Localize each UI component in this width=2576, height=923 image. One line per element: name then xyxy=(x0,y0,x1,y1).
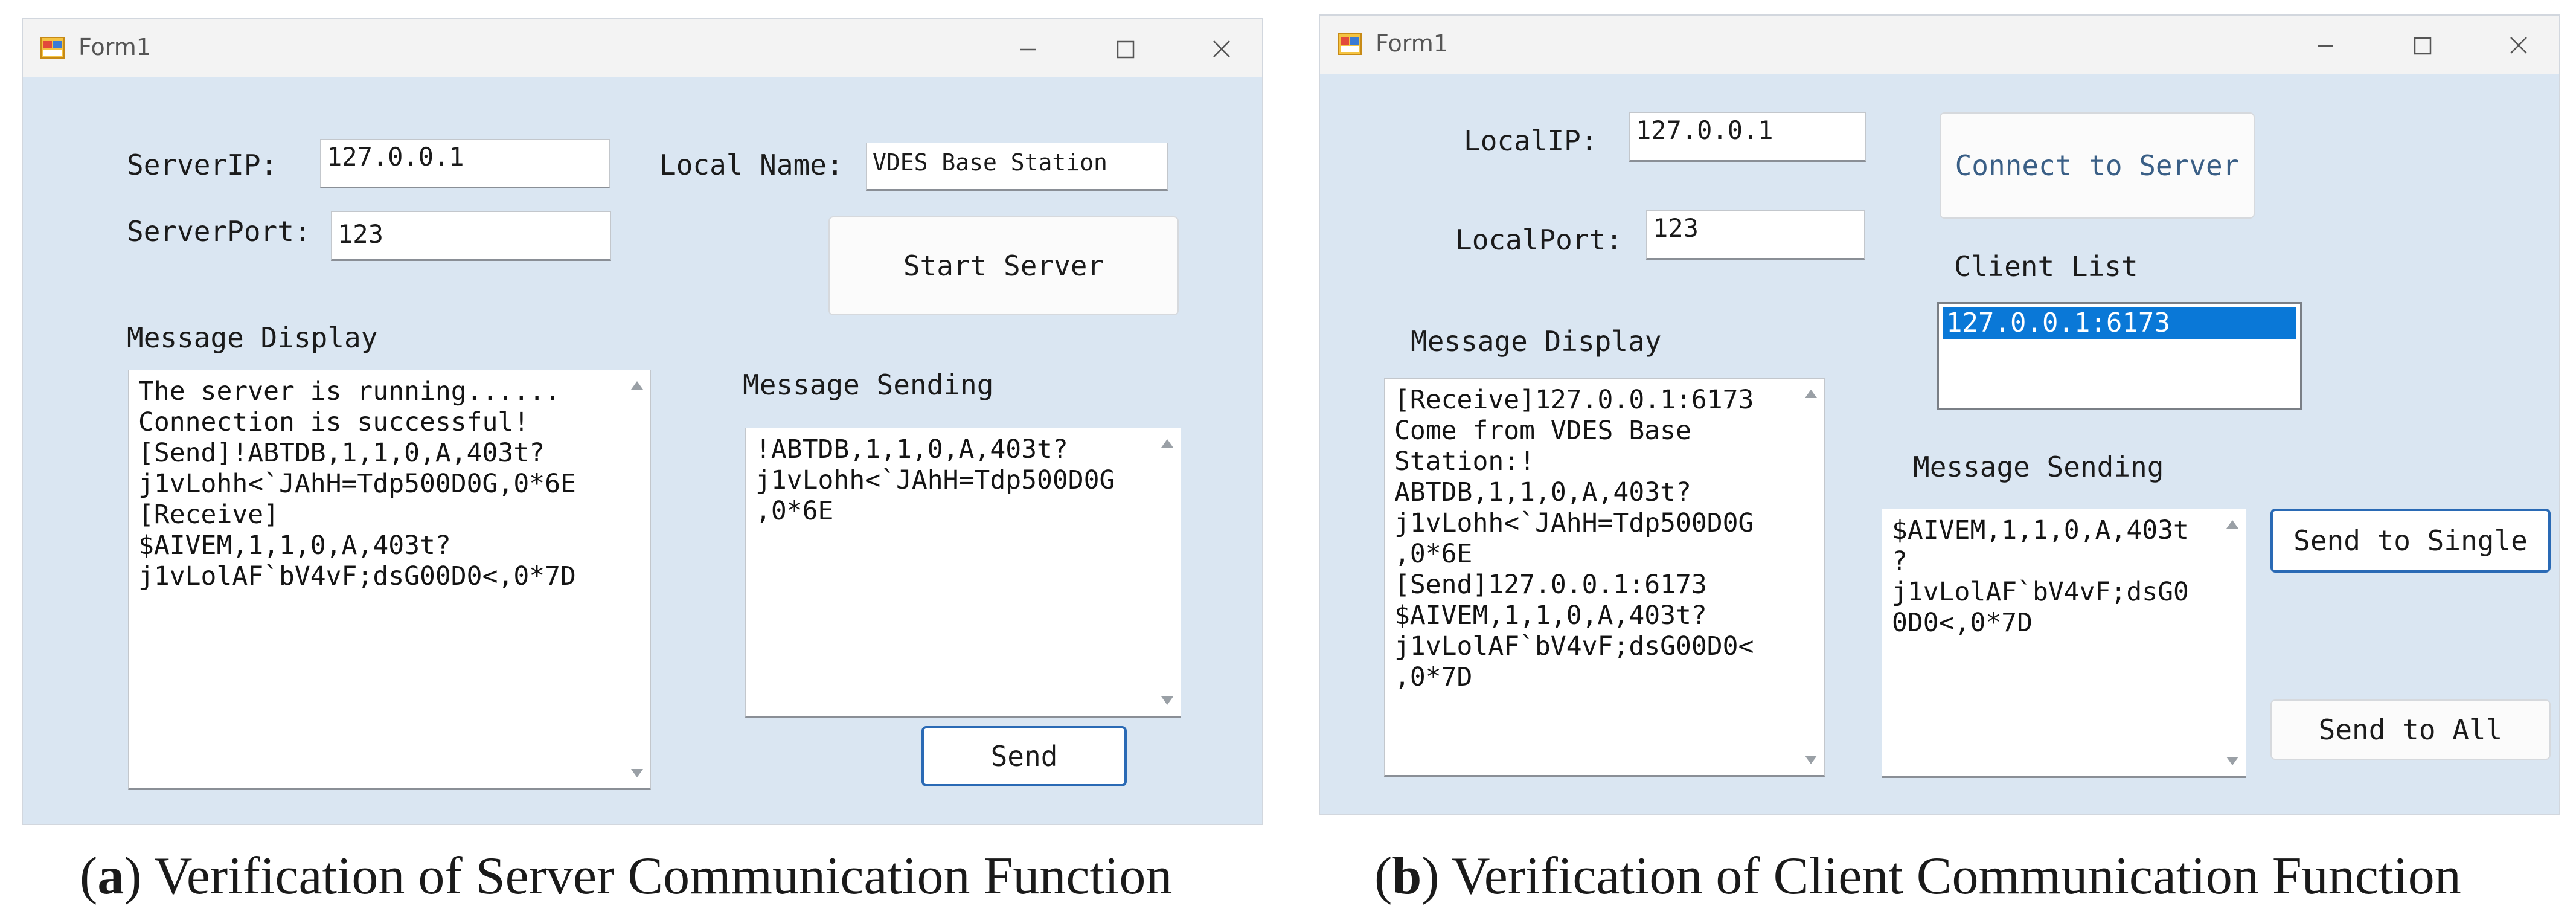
text-line: ,0*6E xyxy=(1394,539,1473,569)
server-port-field[interactable]: 123 xyxy=(331,211,611,261)
message-sending-box[interactable]: $AIVEM,1,1,0,A,403t ? j1vLolAF`bV4vF;dsG… xyxy=(1882,509,2246,778)
scrollbar[interactable] xyxy=(624,370,650,788)
scroll-up-icon[interactable] xyxy=(1805,390,1817,398)
client-list-label: Client List xyxy=(1954,250,2138,283)
text-line: [Send]!ABTDB,1,1,0,A,403t? xyxy=(138,438,545,468)
window-title: Form1 xyxy=(1376,30,1448,57)
minimize-icon[interactable] xyxy=(1007,33,1049,66)
minimize-icon[interactable] xyxy=(2304,29,2347,63)
scrollbar[interactable] xyxy=(2219,509,2246,776)
text-line: j1vLolAF`bV4vF;dsG00D0<,0*7D xyxy=(138,561,576,591)
scroll-up-icon[interactable] xyxy=(2226,520,2238,529)
close-icon[interactable] xyxy=(2498,29,2540,63)
start-server-button[interactable]: Start Server xyxy=(828,216,1179,315)
scroll-down-icon[interactable] xyxy=(1805,756,1817,764)
window-title: Form1 xyxy=(78,34,151,60)
scrollbar[interactable] xyxy=(1154,428,1181,716)
text-line: j1vLohh<`JAhH=Tdp500D0G xyxy=(1394,508,1754,538)
app-icon xyxy=(40,37,65,59)
message-sending-text: !ABTDB,1,1,0,A,403t? j1vLohh<`JAhH=Tdp50… xyxy=(755,434,1115,527)
scroll-up-icon[interactable] xyxy=(1161,439,1173,448)
text-line: j1vLohh<`JAhH=Tdp500D0G,0*6E xyxy=(138,469,576,499)
local-ip-field[interactable]: 127.0.0.1 xyxy=(1629,112,1866,162)
text-line: Come from VDES Base xyxy=(1394,416,1691,446)
text-line: Connection is successful! xyxy=(138,407,530,437)
app-icon xyxy=(1338,33,1362,55)
local-port-label: LocalPort: xyxy=(1455,224,1623,256)
text-line: The server is running...... xyxy=(138,376,560,407)
close-icon[interactable] xyxy=(1200,33,1243,66)
text-line: ABTDB,1,1,0,A,403t? xyxy=(1394,477,1691,507)
message-display-box[interactable]: [Receive]127.0.0.1:6173 Come from VDES B… xyxy=(1384,378,1825,777)
message-display-text: The server is running...... Connection i… xyxy=(138,376,576,592)
message-sending-label: Message Sending xyxy=(743,368,994,401)
caption-b-letter: b xyxy=(1392,847,1422,905)
message-sending-text: $AIVEM,1,1,0,A,403t ? j1vLolAF`bV4vF;dsG… xyxy=(1892,515,2189,638)
local-name-label: Local Name: xyxy=(659,149,844,181)
text-line: [Receive] xyxy=(138,500,279,530)
message-display-label: Message Display xyxy=(127,321,378,354)
text-line: ? xyxy=(1892,546,1908,576)
client-list-item[interactable]: 127.0.0.1:6173 xyxy=(1943,307,2296,339)
message-display-text: [Receive]127.0.0.1:6173 Come from VDES B… xyxy=(1394,385,1754,693)
maximize-icon[interactable] xyxy=(2401,29,2443,63)
server-titlebar[interactable]: Form1 xyxy=(23,19,1262,77)
message-display-box[interactable]: The server is running...... Connection i… xyxy=(128,370,651,790)
message-display-label: Message Display xyxy=(1411,325,1662,358)
connect-to-server-button[interactable]: Connect to Server xyxy=(1940,112,2255,219)
text-line: $AIVEM,1,1,0,A,403t? xyxy=(1394,600,1707,631)
caption-b-text: Verification of Client Communication Fun… xyxy=(1451,847,2461,905)
text-line: Station:! xyxy=(1394,446,1535,477)
text-line: [Send]127.0.0.1:6173 xyxy=(1394,570,1707,600)
scrollbar[interactable] xyxy=(1798,379,1824,775)
scroll-down-icon[interactable] xyxy=(1161,696,1173,705)
client-titlebar[interactable]: Form1 xyxy=(1320,16,2559,74)
text-line: $AIVEM,1,1,0,A,403t? xyxy=(138,530,451,561)
caption-a-text: Verification of Server Communication Fun… xyxy=(154,847,1173,905)
text-line: 0D0<,0*7D xyxy=(1892,608,2033,638)
text-line: ,0*6E xyxy=(755,496,834,526)
text-line: j1vLolAF`bV4vF;dsG00D0< xyxy=(1394,631,1754,661)
local-port-field[interactable]: 123 xyxy=(1646,210,1865,260)
scroll-down-icon[interactable] xyxy=(631,769,643,777)
local-name-field[interactable]: VDES Base Station xyxy=(866,143,1168,191)
message-sending-box[interactable]: !ABTDB,1,1,0,A,403t? j1vLohh<`JAhH=Tdp50… xyxy=(745,428,1181,718)
server-window: Form1 ServerIP: 127.0.0.1 Local Name: VD… xyxy=(22,18,1263,825)
send-to-all-button[interactable]: Send to All xyxy=(2270,699,2551,760)
client-list-box[interactable]: 127.0.0.1:6173 xyxy=(1937,302,2302,410)
text-line: j1vLohh<`JAhH=Tdp500D0G xyxy=(755,465,1115,495)
send-to-single-button[interactable]: Send to Single xyxy=(2270,509,2551,573)
local-ip-label: LocalIP: xyxy=(1464,124,1598,157)
text-line: j1vLolAF`bV4vF;dsG0 xyxy=(1892,577,2189,607)
text-line: [Receive]127.0.0.1:6173 xyxy=(1394,385,1754,415)
client-window: Form1 LocalIP: 127.0.0.1 Connect to Serv… xyxy=(1319,14,2560,815)
caption-a: (a) Verification of Server Communication… xyxy=(80,847,1173,905)
server-ip-field[interactable]: 127.0.0.1 xyxy=(320,139,610,188)
maximize-icon[interactable] xyxy=(1104,33,1146,66)
caption-a-letter: a xyxy=(97,847,124,905)
text-line: ,0*7D xyxy=(1394,662,1473,692)
server-port-label: ServerPort: xyxy=(127,215,311,248)
send-button[interactable]: Send xyxy=(921,726,1127,786)
text-line: !ABTDB,1,1,0,A,403t? xyxy=(755,434,1068,465)
caption-b: (b) Verification of Client Communication… xyxy=(1374,847,2461,905)
message-sending-label: Message Sending xyxy=(1913,451,2164,483)
scroll-down-icon[interactable] xyxy=(2226,757,2238,765)
text-line: $AIVEM,1,1,0,A,403t xyxy=(1892,515,2189,545)
server-ip-label: ServerIP: xyxy=(127,149,278,181)
scroll-up-icon[interactable] xyxy=(631,381,643,390)
